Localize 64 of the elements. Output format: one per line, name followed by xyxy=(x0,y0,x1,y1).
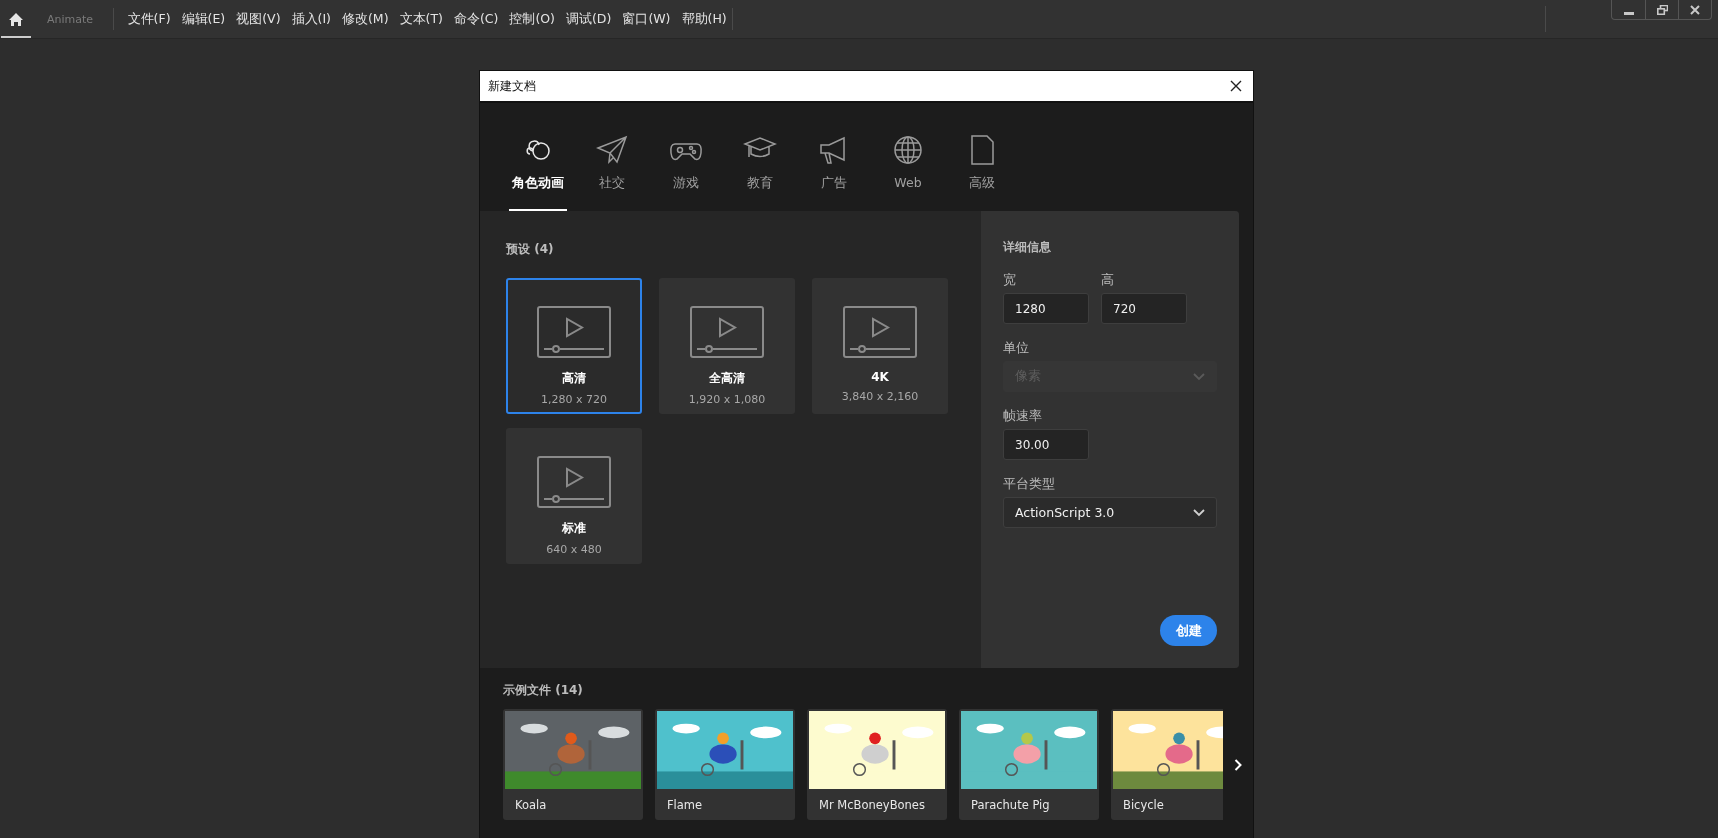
sample-card[interactable]: Flame xyxy=(655,709,795,820)
menu-item[interactable]: 窗口(W) xyxy=(616,10,676,28)
category-tab[interactable]: 游戏 xyxy=(649,133,723,211)
section-title: 预设 (4) xyxy=(506,241,555,258)
category-tab[interactable]: Web xyxy=(871,133,945,211)
menu-item[interactable]: 控制(O) xyxy=(503,10,561,28)
sample-card[interactable]: Koala xyxy=(503,709,643,820)
field-label: 宽 xyxy=(1003,272,1017,289)
sample-card[interactable]: Bicycle xyxy=(1111,709,1223,820)
category-tab[interactable]: 教育 xyxy=(723,133,797,211)
field-label: 帧速率 xyxy=(1003,408,1043,425)
category-tab[interactable]: 广告 xyxy=(797,133,871,211)
menu-item[interactable]: 调试(D) xyxy=(560,10,617,28)
restore-icon xyxy=(1656,4,1668,15)
sample-card[interactable]: Mr McBoneyBones xyxy=(807,709,947,820)
preset-card[interactable]: 4K 3,840 x 2,160 xyxy=(812,278,948,414)
preset-size: 3,840 x 2,160 xyxy=(841,390,919,403)
paper-plane-icon xyxy=(595,133,629,167)
menu-item[interactable]: 命令(C) xyxy=(448,10,504,28)
video-player-icon xyxy=(537,456,611,508)
frame-rate-field[interactable]: 30.00 xyxy=(1003,429,1089,460)
chevron-down-icon xyxy=(1193,372,1205,381)
dialog-title: 新建文档 xyxy=(488,77,536,95)
close-button[interactable] xyxy=(1229,79,1243,93)
menu-item[interactable]: 文件(F) xyxy=(122,10,177,28)
section-title: 示例文件 (14) xyxy=(503,682,584,699)
preset-name: 全高清 xyxy=(709,370,745,387)
globe-icon xyxy=(891,133,925,167)
chevron-right-icon xyxy=(1234,758,1242,771)
app-name: Animate xyxy=(47,12,94,26)
preset-card[interactable]: 高清 1,280 x 720 xyxy=(506,278,642,414)
platform-dropdown[interactable]: ActionScript 3.0 xyxy=(1003,497,1217,528)
menu-item[interactable]: 视图(V) xyxy=(230,10,286,28)
height-field[interactable]: 720 xyxy=(1101,293,1187,324)
menu-item[interactable]: 编辑(E) xyxy=(176,10,231,28)
minimize-icon xyxy=(1623,11,1634,15)
section-title: 详细信息 xyxy=(1003,239,1052,256)
preset-size: 640 x 480 xyxy=(546,543,602,556)
preset-name: 高清 xyxy=(562,370,586,387)
preset-name: 4K xyxy=(871,370,889,384)
category-tab[interactable]: 社交 xyxy=(575,133,649,211)
field-label: 平台类型 xyxy=(1003,476,1056,493)
sample-card[interactable]: Parachute Pig xyxy=(959,709,1099,820)
video-player-icon xyxy=(537,306,611,358)
home-icon xyxy=(8,11,24,27)
chevron-down-icon xyxy=(1193,508,1205,517)
close-icon xyxy=(1690,4,1700,15)
video-player-icon xyxy=(843,306,917,358)
width-field[interactable]: 1280 xyxy=(1003,293,1089,324)
close-icon xyxy=(1230,80,1242,92)
preset-size: 1,280 x 720 xyxy=(541,393,607,406)
preset-card[interactable]: 标准 640 x 480 xyxy=(506,428,642,564)
preset-card[interactable]: 全高清 1,920 x 1,080 xyxy=(659,278,795,414)
menu-item[interactable]: 文本(T) xyxy=(394,10,449,28)
category-tab[interactable]: 高级 xyxy=(945,133,1019,211)
video-player-icon xyxy=(690,306,764,358)
menu-item[interactable]: 帮助(H) xyxy=(676,10,733,28)
menu-item[interactable]: 修改(M) xyxy=(336,10,394,28)
field-label: 单位 xyxy=(1003,340,1030,357)
menu-item[interactable]: 插入(I) xyxy=(286,10,337,28)
preset-name: 标准 xyxy=(562,520,586,537)
create-button[interactable]: 创建 xyxy=(1160,615,1217,646)
field-label: 高 xyxy=(1101,272,1115,289)
preset-size: 1,920 x 1,080 xyxy=(688,393,766,406)
